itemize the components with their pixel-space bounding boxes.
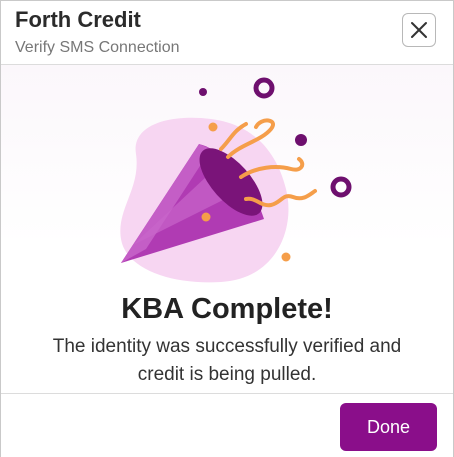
success-message: The identity was successfully verified a… <box>1 333 453 389</box>
confetti-dot <box>208 122 218 132</box>
dialog-title: Forth Credit <box>15 7 141 32</box>
success-message-line: credit is being pulled. <box>137 364 317 385</box>
done-button[interactable]: Done <box>340 403 437 451</box>
dialog-body: KBA Complete! The identity was successfu… <box>1 65 453 393</box>
dialog-footer: Done <box>1 393 453 457</box>
dialog-header: Forth Credit Verify SMS Connection <box>1 1 453 65</box>
verify-sms-dialog: Forth Credit Verify SMS Connection KBA C… <box>0 0 454 457</box>
success-heading: KBA Complete! <box>121 293 333 325</box>
confetti-dot <box>201 212 211 222</box>
success-message-line: The identity was successfully verified a… <box>52 336 402 357</box>
confetti-ring <box>253 77 275 99</box>
close-button[interactable] <box>402 13 436 47</box>
confetti-ring <box>330 176 352 198</box>
confetti-dot <box>281 252 291 262</box>
confetti-dot <box>199 88 207 96</box>
dialog-subtitle: Verify SMS Connection <box>15 39 180 56</box>
close-icon <box>411 22 427 38</box>
party-popper-icon <box>120 77 352 283</box>
confetti-dot <box>295 134 307 146</box>
